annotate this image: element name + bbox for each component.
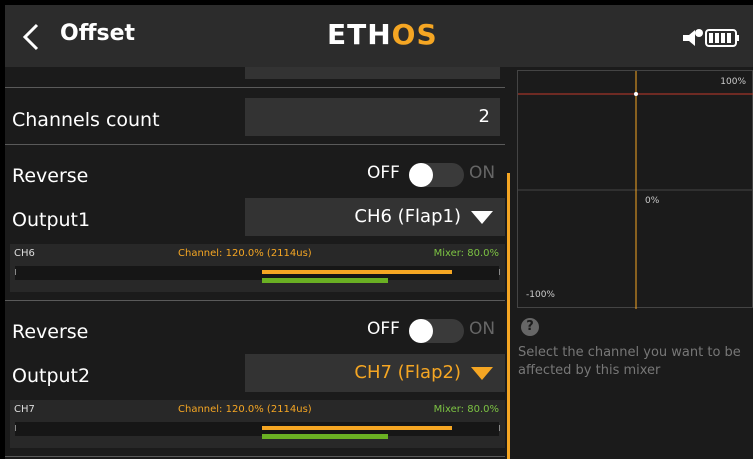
graph-mid-label: 0% [645,196,660,206]
output2-label: Output2 [12,365,91,387]
monitor-channel-value: Channel: 120.0% (2114us) [178,404,312,415]
channel-output-bar [262,270,452,274]
question-icon: ? [521,318,539,336]
logo-accent: OS [391,18,438,51]
curve-point [634,92,638,96]
output1-label: Output1 [12,209,91,231]
dropdown-arrow-icon [471,367,493,380]
settings-panel: Channels count 2 Reverse OFF ON Output1 … [5,67,510,459]
reverse-label: Reverse [12,321,89,343]
screen: Offset ETHOS Channels count 2 Reverse OF… [5,5,753,459]
divider [5,87,505,88]
monitor-channel-value: Channel: 120.0% (2114us) [178,248,312,259]
output2-select[interactable]: CH7 (Flap2) [245,354,505,392]
channel-monitor-2: CH7 Channel: 120.0% (2114us) Mixer: 80.0… [10,400,505,448]
toggle-off-label: OFF [367,163,400,183]
status-area [681,27,741,53]
graph-bottom-label: -100% [526,290,555,300]
channel-output-bar [262,426,452,430]
divider [5,300,505,301]
divider [5,144,505,145]
chevron-left-icon[interactable] [21,23,51,53]
channel-monitor-1: CH6 Channel: 120.0% (2114us) Mixer: 80.0… [10,244,505,292]
tick-right [499,269,500,275]
tick-left [15,425,16,431]
divider [5,456,505,457]
channels-count-label: Channels count [12,109,160,131]
help-text: Select the channel you want to be affect… [518,345,741,378]
top-bar: Offset ETHOS [5,5,753,67]
toggle-off-label: OFF [367,319,400,339]
graph-top-label: 100% [720,77,746,87]
mixer-output-bar [262,434,388,439]
tick-left [15,269,16,275]
channels-count-field[interactable]: 2 [245,98,500,136]
dropdown-arrow-icon [471,211,493,224]
monitor-channel-name: CH6 [14,248,35,259]
output1-select[interactable]: CH6 (Flap1) [245,198,505,236]
toggle-on-label: ON [469,163,496,183]
monitor-mixer-value: Mixer: 80.0% [433,248,499,259]
toggle-knob [409,319,433,343]
toggle-knob [409,163,433,187]
tick-right [499,425,500,431]
scrollbar[interactable] [507,173,510,459]
mixer-output-bar [262,278,388,283]
mixer-curve-graph: 100% 0% -100% [517,70,753,309]
logo-main: ETH [327,18,392,51]
ethos-logo: ETHOS [327,18,438,51]
output1-value: CH6 (Flap1) [354,206,461,227]
reverse-toggle-1[interactable]: OFF ON [367,163,502,187]
page-title: Offset [60,21,136,46]
monitor-mixer-value: Mixer: 80.0% [433,404,499,415]
battery-icon [705,29,739,47]
monitor-channel-name: CH7 [14,404,35,415]
reverse-label: Reverse [12,165,89,187]
reverse-toggle-2[interactable]: OFF ON [367,319,502,343]
output2-value: CH7 (Flap2) [354,362,461,383]
speaker-icon [683,29,703,46]
previous-field[interactable] [245,67,500,79]
toggle-on-label: ON [469,319,496,339]
